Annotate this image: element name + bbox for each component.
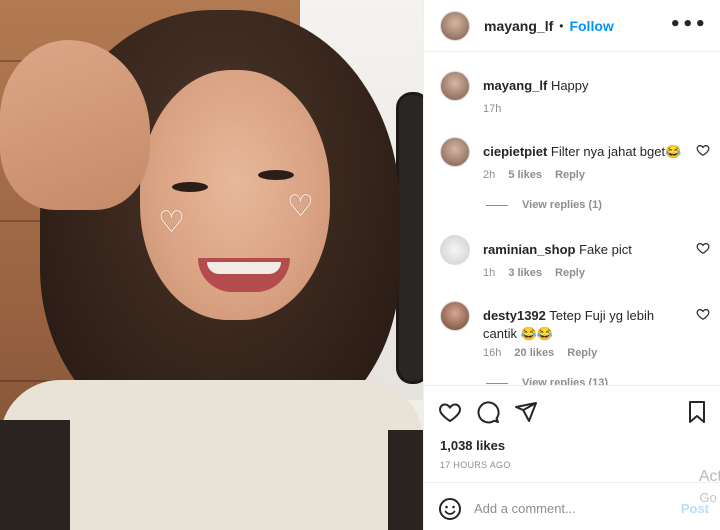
view-replies-button[interactable]: View replies (13) [486,377,608,385]
header-separator: • [559,18,564,33]
caption-time[interactable]: 17h [483,103,501,115]
view-replies-button[interactable]: View replies (1) [486,199,602,211]
save-button[interactable] [685,400,709,427]
comment-time[interactable]: 2h [483,169,495,181]
comment-text: ciepietpiet Filter nya jahat bget😂 [483,143,688,161]
comment-likes[interactable]: 5 likes [508,169,542,181]
comment-avatar[interactable] [440,137,470,167]
comment-item: desty1392 Tetep Fuji yg lebih cantik 😂😂 … [440,301,710,381]
comment-username[interactable]: ciepietpiet [483,144,547,159]
caption-text: mayang_lf Happy [483,77,688,95]
emoji-icon[interactable] [438,497,462,521]
comment-text: desty1392 Tetep Fuji yg lebih cantik 😂😂 [483,307,688,343]
activation-watermark: Act [698,468,720,485]
action-icons [438,400,538,424]
comment-likes[interactable]: 3 likes [508,267,542,279]
comment-meta: 16h 20 likes Reply [483,347,607,359]
shirt-stripe-left [0,420,70,530]
follow-button[interactable]: Follow [569,18,613,34]
comment-avatar[interactable] [440,301,470,331]
post-side-panel: mayang_lf • Follow ••• mayang_lf Happy 1… [423,0,720,530]
post-time: 17 HOURS AGO [440,460,511,470]
view-replies-label: View replies (1) [522,199,602,211]
shirt-stripe-right [388,430,423,530]
reply-button[interactable]: Reply [567,347,597,359]
comment-like-icon[interactable] [696,307,710,321]
bookmark-icon[interactable] [685,400,709,424]
send-icon[interactable] [514,400,538,424]
comment-time[interactable]: 16h [483,347,501,359]
post-actions: 1,038 likes 17 HOURS AGO [424,385,720,481]
mirror [396,92,423,384]
caption-username[interactable]: mayang_lf [483,78,547,93]
teeth [207,262,281,274]
comment-meta: 1h 3 likes Reply [483,267,595,279]
comment-input[interactable] [474,497,664,519]
comment-avatar[interactable] [440,235,470,265]
author-avatar[interactable] [440,10,470,41]
more-horizontal-icon[interactable]: ••• [669,14,707,35]
right-eye [258,170,294,180]
author-username[interactable]: mayang_lf [484,18,553,34]
comment-username[interactable]: raminian_shop [483,242,575,257]
post-header: mayang_lf • Follow ••• [424,0,720,52]
reply-button[interactable]: Reply [555,267,585,279]
caption-avatar[interactable] [440,71,470,101]
reply-button[interactable]: Reply [555,169,585,181]
comment-username[interactable]: desty1392 [483,308,546,323]
caption-meta: 17h [483,103,511,115]
heart-sticker-right: ♡ [287,189,314,224]
view-replies-label: View replies (13) [522,377,609,385]
heart-icon[interactable] [438,400,462,424]
comment-text: raminian_shop Fake pict [483,241,688,259]
replies-divider [486,382,508,384]
caption-body: Happy [550,78,589,93]
caption: mayang_lf Happy 17h [440,71,710,121]
comment-meta: 2h 5 likes Reply [483,169,595,181]
comment-time[interactable]: 1h [483,267,495,279]
comment-likes[interactable]: 20 likes [514,347,554,359]
activation-watermark-sub: Go t [699,490,720,505]
comment-icon[interactable] [476,400,500,424]
comment-body: Fake pict [579,242,632,257]
comment-like-icon[interactable] [696,241,710,255]
left-eye [172,182,208,192]
comments-list[interactable]: mayang_lf Happy 17h ciepietpiet Filter n… [424,53,720,385]
comment-item: raminian_shop Fake pict 1h 3 likes Reply [440,235,710,285]
replies-divider [486,204,508,206]
post-photo[interactable]: ♡ ♡ [0,0,423,530]
likes-count[interactable]: 1,038 likes [440,438,505,453]
comment-like-icon[interactable] [696,143,710,157]
comment-body: Filter nya jahat bget😂 [550,144,682,159]
heart-sticker-left: ♡ [158,205,185,240]
add-comment-bar: Post [424,482,720,530]
